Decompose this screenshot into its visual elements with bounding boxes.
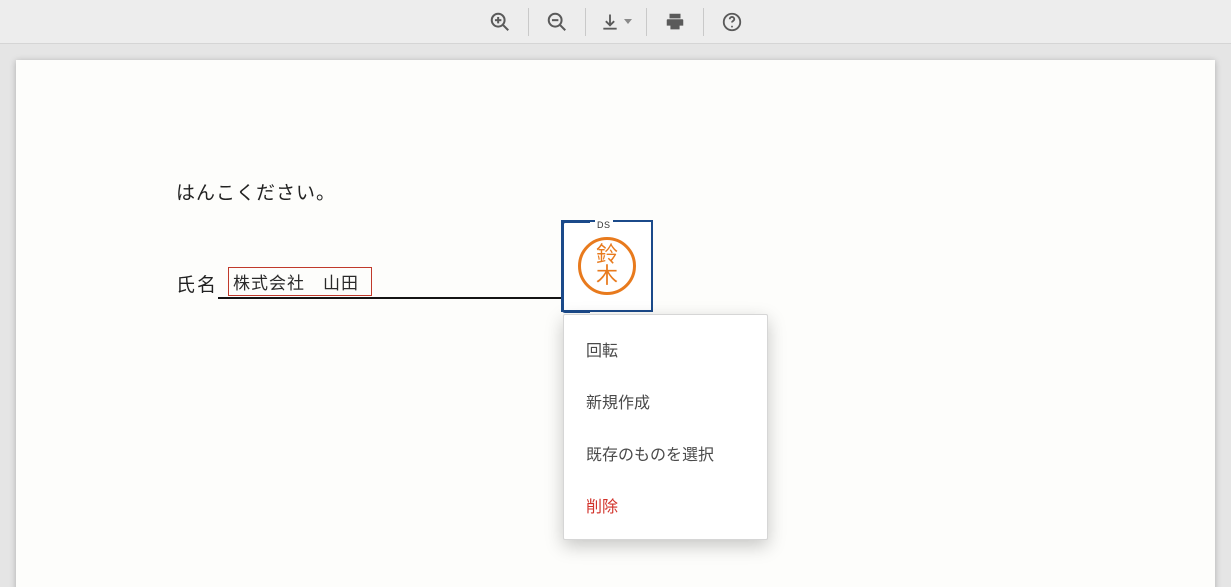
help-button[interactable] xyxy=(712,2,752,42)
toolbar-separator xyxy=(646,8,647,36)
pdf-toolbar xyxy=(0,0,1231,44)
zoom-in-button[interactable] xyxy=(480,2,520,42)
toolbar-separator xyxy=(585,8,586,36)
download-icon xyxy=(600,12,620,32)
download-button[interactable] xyxy=(594,2,638,42)
print-icon xyxy=(664,11,686,33)
chevron-down-icon xyxy=(624,19,632,24)
stamp-tag: DS xyxy=(595,220,613,230)
stamp-field[interactable]: DS 鈴 木 xyxy=(561,220,653,312)
toolbar-separator xyxy=(528,8,529,36)
name-underline: 株式会社 山田 xyxy=(218,271,583,299)
stamp-context-menu: 回転 新規作成 既存のものを選択 削除 xyxy=(563,314,768,540)
menu-item-select-existing[interactable]: 既存のものを選択 xyxy=(564,427,767,479)
menu-item-rotate[interactable]: 回転 xyxy=(564,323,767,375)
pdf-viewer[interactable]: はんこください。 氏名 株式会社 山田 DS 鈴 木 回転 新規作成 既存のもの… xyxy=(0,44,1231,587)
help-icon xyxy=(721,11,743,33)
hanko-stamp-icon: 鈴 木 xyxy=(578,237,636,295)
hanko-char-2: 木 xyxy=(596,266,618,287)
print-button[interactable] xyxy=(655,2,695,42)
document-page: はんこください。 氏名 株式会社 山田 DS 鈴 木 回転 新規作成 既存のもの… xyxy=(16,60,1215,587)
zoom-out-button[interactable] xyxy=(537,2,577,42)
zoom-out-icon xyxy=(546,11,568,33)
name-value-field[interactable]: 株式会社 山田 xyxy=(228,267,372,296)
name-row: 氏名 株式会社 山田 xyxy=(176,270,583,299)
toolbar-separator xyxy=(703,8,704,36)
instruction-text: はんこください。 xyxy=(176,178,336,205)
name-label: 氏名 xyxy=(176,270,218,299)
menu-item-new[interactable]: 新規作成 xyxy=(564,375,767,427)
zoom-in-icon xyxy=(489,11,511,33)
menu-item-delete[interactable]: 削除 xyxy=(564,479,767,531)
